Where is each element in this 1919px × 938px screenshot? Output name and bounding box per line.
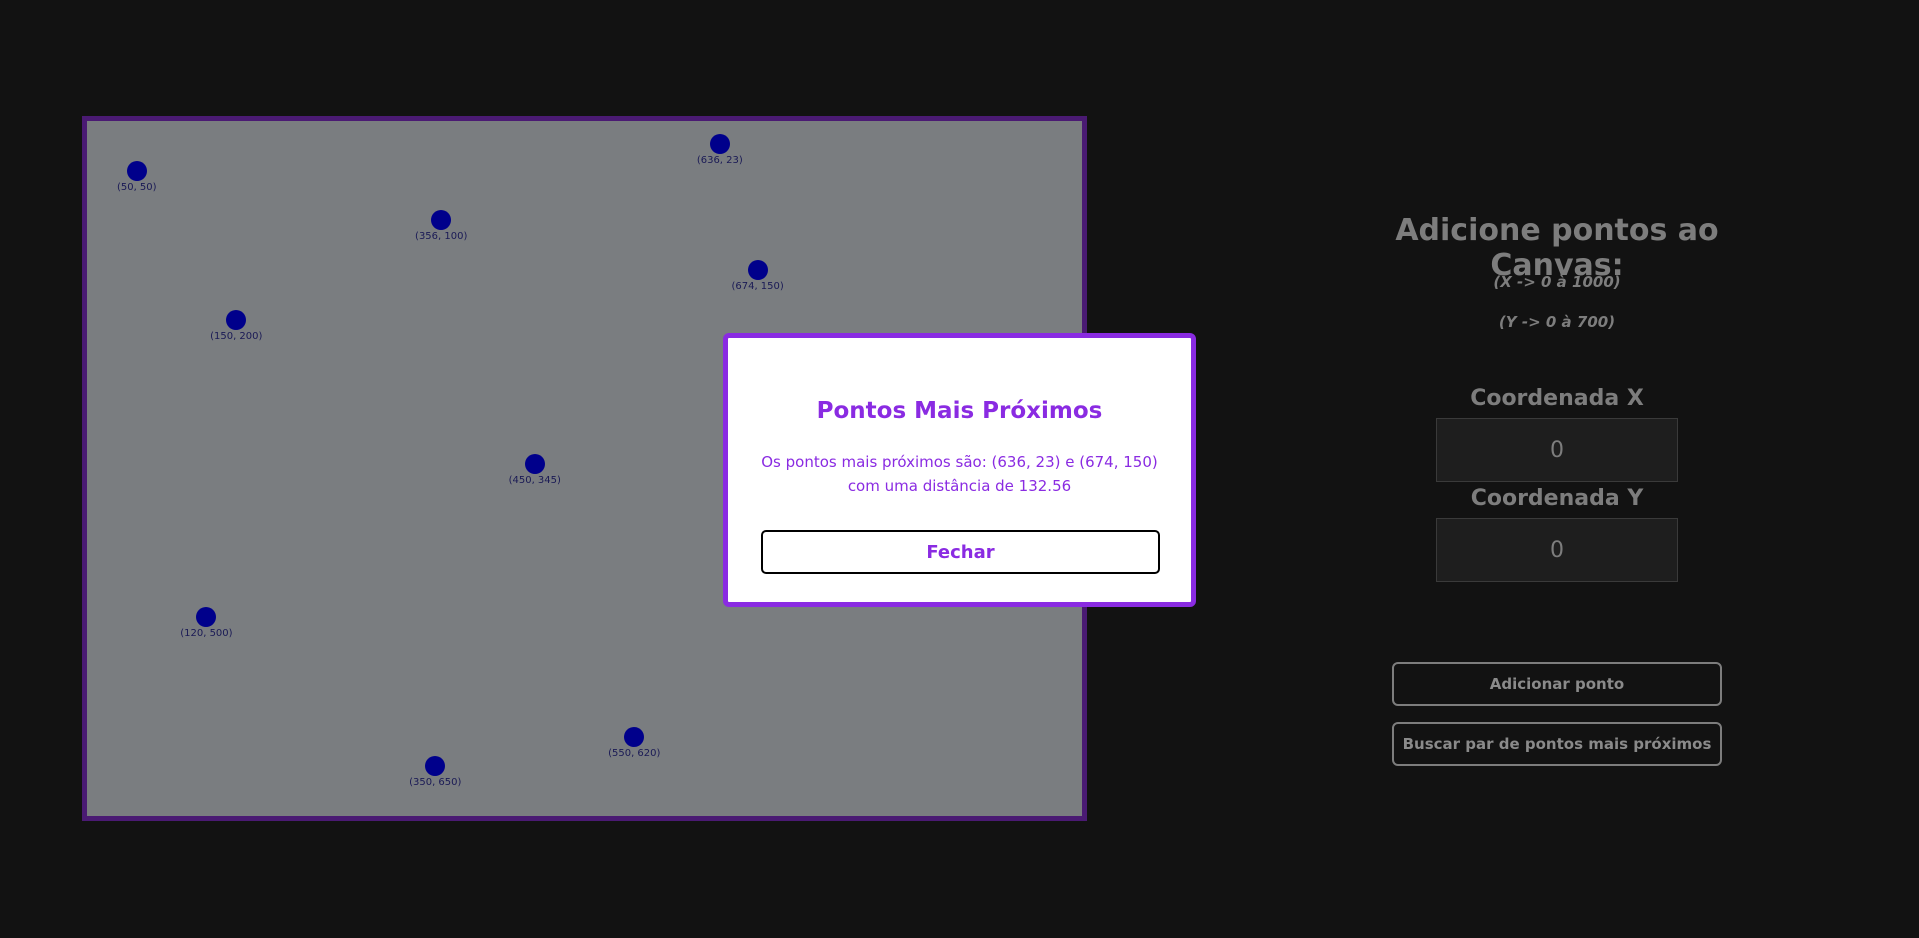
- modal-message: Os pontos mais próximos são: (636, 23) e…: [761, 453, 1158, 495]
- modal-title: Pontos Mais Próximos: [816, 398, 1103, 424]
- point-label: (120, 500): [180, 628, 233, 640]
- point-label: (550, 620): [608, 747, 661, 759]
- x-range-hint: (X -> 0 à 1000): [1493, 273, 1621, 291]
- point-label: (50, 50): [116, 181, 157, 193]
- point-dot: [126, 160, 147, 181]
- y-coordinate-label: Coordenada Y: [1470, 486, 1644, 511]
- closest-points-modal: Pontos Mais Próximos Os pontos mais próx…: [723, 333, 1196, 607]
- point-label: (350, 650): [409, 777, 462, 789]
- add-point-button[interactable]: Adicionar ponto: [1392, 662, 1722, 706]
- point-dot: [226, 309, 247, 330]
- point-label: (450, 345): [508, 474, 561, 486]
- point-label: (636, 23): [696, 154, 743, 166]
- y-coordinate-input[interactable]: [1436, 518, 1678, 582]
- x-coordinate-label: Coordenada X: [1470, 386, 1644, 411]
- point-dot: [524, 453, 545, 474]
- point-dot: [624, 726, 645, 747]
- point-dot: [196, 607, 217, 628]
- point-dot: [425, 756, 446, 777]
- point-label: (356, 100): [415, 231, 468, 243]
- find-closest-pair-button[interactable]: Buscar par de pontos mais próximos: [1392, 722, 1722, 766]
- y-range-hint: (Y -> 0 à 700): [1498, 313, 1616, 331]
- point-dot: [709, 133, 730, 154]
- close-modal-button[interactable]: Fechar: [761, 530, 1160, 574]
- x-coordinate-input[interactable]: [1436, 418, 1678, 482]
- point-label: (674, 150): [731, 280, 784, 292]
- point-label: (150, 200): [210, 330, 263, 342]
- point-dot: [747, 259, 768, 280]
- point-dot: [431, 210, 452, 231]
